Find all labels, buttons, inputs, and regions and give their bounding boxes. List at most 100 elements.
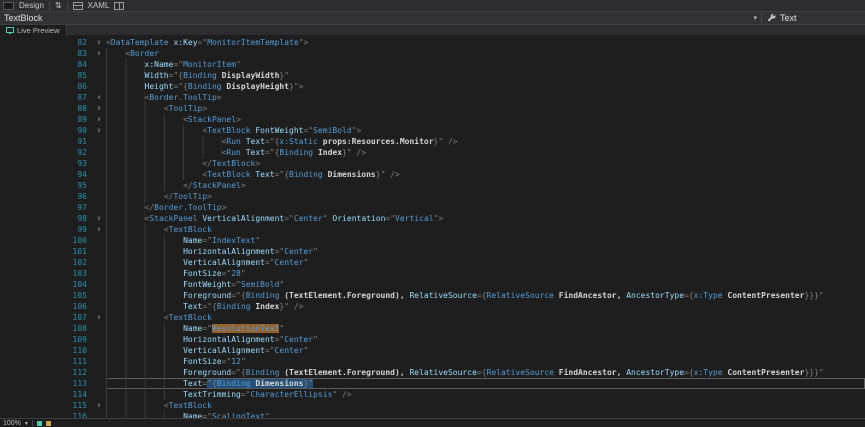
code-line[interactable]: 114TextTrimming="CharacterEllipsis" /> — [0, 389, 865, 400]
code-line[interactable]: 108Name="ResolutionText" — [0, 323, 865, 334]
line-content[interactable]: <TextBlock Text="{Binding Dimensions}" /… — [106, 169, 865, 180]
split-view-icon[interactable] — [114, 2, 124, 10]
code-line[interactable]: 95</StackPanel> — [0, 180, 865, 191]
fold-toggle-icon[interactable]: ∨ — [92, 125, 106, 136]
line-content[interactable]: Name="ScalingText" — [106, 411, 865, 418]
syntax-token: > — [207, 192, 212, 201]
code-line[interactable]: 98∨<StackPanel VerticalAlignment="Center… — [0, 213, 865, 224]
code-line[interactable]: 84x:Name="MonitorItem" — [0, 59, 865, 70]
line-content[interactable]: VerticalAlignment="Center" — [106, 257, 865, 268]
fold-toggle-icon[interactable]: ∨ — [92, 213, 106, 224]
fold-toggle-icon[interactable]: ∨ — [92, 92, 106, 103]
code-line[interactable]: 82∨<DataTemplate x:Key="MonitorItemTempl… — [0, 37, 865, 48]
fold-toggle-icon[interactable]: ∨ — [92, 224, 106, 235]
code-line[interactable]: 93</TextBlock> — [0, 158, 865, 169]
line-content[interactable]: <TextBlock — [106, 400, 865, 411]
line-content[interactable]: <Run Text="{x:Static props:Resources.Mon… — [106, 136, 865, 147]
line-content[interactable]: <StackPanel VerticalAlignment="Center" O… — [106, 213, 865, 224]
code-line[interactable]: 89∨<StackPanel> — [0, 114, 865, 125]
line-content[interactable]: VerticalAlignment="Center" — [106, 345, 865, 356]
code-line[interactable]: 112Foreground="{Binding (TextElement.For… — [0, 367, 865, 378]
code-line[interactable]: 102VerticalAlignment="Center" — [0, 257, 865, 268]
live-preview-tab[interactable]: Live Preview — [0, 25, 67, 35]
line-number: 98 — [0, 213, 92, 224]
line-content[interactable]: <Run Text="{Binding Index}" /> — [106, 147, 865, 158]
code-line[interactable]: 105Foreground="{Binding (TextElement.For… — [0, 290, 865, 301]
fold-toggle-icon[interactable]: ∨ — [92, 312, 106, 323]
line-content[interactable]: Height="{Binding DisplayHeight}"> — [106, 81, 865, 92]
code-line[interactable]: 88∨<ToolTip> — [0, 103, 865, 114]
line-content[interactable]: Foreground="{Binding (TextElement.Foregr… — [106, 290, 865, 301]
element-selector[interactable]: TextBlock ▾ — [4, 13, 757, 23]
line-content[interactable]: </Border.ToolTip> — [106, 202, 865, 213]
fold-toggle-icon[interactable]: ∨ — [92, 48, 106, 59]
line-content[interactable]: <ToolTip> — [106, 103, 865, 114]
code-line[interactable]: 111FontSize="12" — [0, 356, 865, 367]
code-line[interactable]: 97</Border.ToolTip> — [0, 202, 865, 213]
code-line[interactable]: 116Name="ScalingText" — [0, 411, 865, 418]
line-content[interactable]: <Border.ToolTip> — [106, 92, 865, 103]
code-line[interactable]: 92<Run Text="{Binding Index}" /> — [0, 147, 865, 158]
xaml-tab[interactable]: XAML — [88, 1, 110, 10]
zoom-level[interactable]: 100% — [3, 420, 21, 427]
fold-toggle-icon[interactable]: ∨ — [92, 114, 106, 125]
line-content[interactable]: TextTrimming="CharacterEllipsis" /> — [106, 389, 865, 400]
code-line[interactable]: 103FontSize="28" — [0, 268, 865, 279]
syntax-token: VerticalAlignment — [202, 214, 284, 223]
code-line[interactable]: 107∨<TextBlock — [0, 312, 865, 323]
line-content[interactable]: <TextBlock FontWeight="SemiBold"> — [106, 125, 865, 136]
code-line[interactable]: 94<TextBlock Text="{Binding Dimensions}"… — [0, 169, 865, 180]
line-content[interactable]: HorizontalAlignment="Center" — [106, 334, 865, 345]
syntax-token: ToolTip — [173, 192, 207, 201]
code-line[interactable]: 83∨<Border — [0, 48, 865, 59]
xaml-code-editor[interactable]: 82∨<DataTemplate x:Key="MonitorItemTempl… — [0, 35, 865, 418]
fold-gutter — [92, 158, 106, 169]
line-content[interactable]: HorizontalAlignment="Center" — [106, 246, 865, 257]
line-content[interactable]: <Border — [106, 48, 865, 59]
chevron-down-icon[interactable]: ▾ — [753, 15, 757, 22]
line-content[interactable]: FontSize="12" — [106, 356, 865, 367]
code-line[interactable]: 115∨<TextBlock — [0, 400, 865, 411]
line-content[interactable]: Name="ResolutionText" — [106, 323, 865, 334]
line-content[interactable]: </ToolTip> — [106, 191, 865, 202]
code-line[interactable]: 91<Run Text="{x:Static props:Resources.M… — [0, 136, 865, 147]
code-line[interactable]: 104FontWeight="SemiBold" — [0, 279, 865, 290]
syntax-token: Binding — [289, 170, 328, 179]
zoom-dropdown-icon[interactable]: ▾ — [25, 420, 28, 427]
line-content[interactable]: <TextBlock — [106, 312, 865, 323]
property-quick-edit[interactable]: Text — [761, 13, 861, 23]
code-line[interactable]: 109HorizontalAlignment="Center" — [0, 334, 865, 345]
code-line[interactable]: 85Width="{Binding DisplayWidth}" — [0, 70, 865, 81]
code-line[interactable]: 101HorizontalAlignment="Center" — [0, 246, 865, 257]
code-line[interactable]: 99∨<TextBlock — [0, 224, 865, 235]
line-content[interactable]: Text="{Binding Index}" /> — [106, 301, 865, 312]
line-content[interactable]: Text="{Binding Dimensions}" — [106, 378, 865, 389]
syntax-token: Text — [246, 148, 265, 157]
code-line[interactable]: 87∨<Border.ToolTip> — [0, 92, 865, 103]
swap-panes-icon[interactable]: ⇅ — [55, 2, 62, 10]
warning-indicator-icon[interactable] — [46, 421, 51, 426]
code-line[interactable]: 113Text="{Binding Dimensions}" — [0, 378, 865, 389]
line-content[interactable]: FontWeight="SemiBold" — [106, 279, 865, 290]
health-indicator-icon[interactable] — [37, 421, 42, 426]
fold-toggle-icon[interactable]: ∨ — [92, 103, 106, 114]
code-line[interactable]: 100Name="IndexText" — [0, 235, 865, 246]
line-content[interactable]: FontSize="28" — [106, 268, 865, 279]
line-content[interactable]: <DataTemplate x:Key="MonitorItemTemplate… — [106, 37, 865, 48]
line-content[interactable]: <StackPanel> — [106, 114, 865, 125]
code-line[interactable]: 96</ToolTip> — [0, 191, 865, 202]
design-tab[interactable]: Design — [19, 1, 44, 10]
code-line[interactable]: 90∨<TextBlock FontWeight="SemiBold"> — [0, 125, 865, 136]
line-content[interactable]: x:Name="MonitorItem" — [106, 59, 865, 70]
line-content[interactable]: Foreground="{Binding (TextElement.Foregr… — [106, 367, 865, 378]
line-content[interactable]: Width="{Binding DisplayWidth}" — [106, 70, 865, 81]
line-content[interactable]: </TextBlock> — [106, 158, 865, 169]
code-line[interactable]: 110VerticalAlignment="Center" — [0, 345, 865, 356]
fold-toggle-icon[interactable]: ∨ — [92, 400, 106, 411]
line-content[interactable]: </StackPanel> — [106, 180, 865, 191]
fold-toggle-icon[interactable]: ∨ — [92, 37, 106, 48]
code-line[interactable]: 86Height="{Binding DisplayHeight}"> — [0, 81, 865, 92]
line-content[interactable]: <TextBlock — [106, 224, 865, 235]
code-line[interactable]: 106Text="{Binding Index}" /> — [0, 301, 865, 312]
line-content[interactable]: Name="IndexText" — [106, 235, 865, 246]
